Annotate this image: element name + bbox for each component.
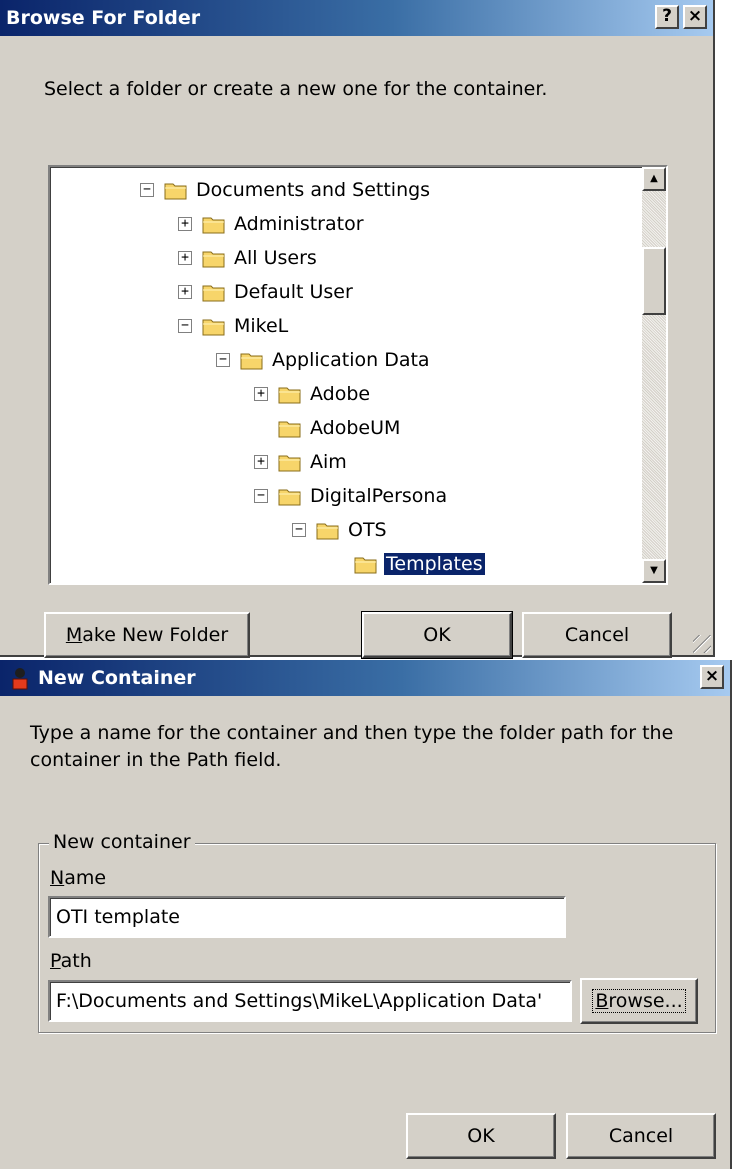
close-button[interactable]: × (683, 5, 707, 29)
tree-item-label: Documents and Settings (196, 179, 431, 201)
collapse-icon[interactable]: − (216, 353, 230, 367)
folder-icon (278, 453, 302, 472)
resize-grip[interactable] (693, 635, 711, 653)
tree-item[interactable]: − MikeL (178, 311, 290, 341)
tree-item[interactable]: − OTS (292, 515, 389, 545)
browse-ok-button[interactable]: OK (361, 611, 513, 659)
tree-scrollbar[interactable]: ▲ ▼ (642, 167, 666, 583)
new-container-close-button[interactable]: × (700, 665, 724, 689)
path-field-value: F:\Documents and Settings\MikeL\Applicat… (56, 990, 543, 1012)
tree-item[interactable]: − Documents and Settings (140, 175, 432, 205)
path-label-text: ath (60, 950, 92, 972)
new-container-titlebar[interactable]: New Container × (0, 660, 730, 696)
name-field-value: OTI template (56, 906, 180, 928)
folder-icon (354, 555, 378, 574)
scroll-up-button[interactable]: ▲ (642, 167, 666, 191)
group-label: New container (49, 831, 195, 853)
tree-item-label: Default User (234, 281, 353, 303)
browse-label: rowse... (608, 990, 683, 1012)
tree-item-label: Application Data (272, 349, 430, 371)
folder-icon (202, 283, 226, 302)
new-container-cancel-button[interactable]: Cancel (566, 1113, 716, 1159)
browse-for-folder-dialog: Browse For Folder ? × Select a folder or… (0, 0, 715, 659)
app-icon (8, 666, 32, 690)
tree-item[interactable]: − Application Data (216, 345, 432, 375)
expand-icon[interactable]: + (178, 217, 192, 231)
browse-dialog-title: Browse For Folder (6, 7, 201, 29)
tree-item[interactable]: AdobeUM (254, 413, 402, 443)
new-container-cancel-label: Cancel (608, 1125, 674, 1147)
folder-icon (240, 351, 264, 370)
tree-item-label: MikeL (234, 315, 289, 337)
path-label: Path (50, 950, 92, 972)
folder-tree[interactable]: − Documents and Settings + Administrator + Al… (48, 165, 668, 585)
expand-icon[interactable]: + (178, 251, 192, 265)
tree-item[interactable]: + Adobe (254, 379, 372, 409)
name-label-mnemonic: N (50, 867, 65, 889)
folder-icon (202, 317, 226, 336)
tree-item[interactable]: + Administrator (178, 209, 366, 239)
name-label: Name (50, 867, 106, 889)
browse-cancel-button[interactable]: Cancel (522, 612, 672, 658)
browse-dialog-titlebar[interactable]: Browse For Folder ? × (0, 0, 713, 36)
folder-icon (316, 521, 340, 540)
new-container-ok-button[interactable]: OK (406, 1113, 556, 1159)
scroll-thumb[interactable] (642, 247, 666, 315)
browse-ok-label: OK (423, 624, 451, 646)
browse-button[interactable]: Browse... (580, 978, 698, 1024)
tree-item-label: OTS (348, 519, 387, 541)
make-new-folder-label: ake New Folder (82, 624, 229, 646)
collapse-icon[interactable]: − (140, 183, 154, 197)
tree-item[interactable]: + All Users (178, 243, 319, 273)
path-field[interactable]: F:\Documents and Settings\MikeL\Applicat… (48, 980, 572, 1022)
browse-instruction: Select a folder or create a new one for … (44, 78, 548, 100)
new-container-ok-label: OK (467, 1125, 495, 1147)
tree-item[interactable]: − DigitalPersona (254, 481, 449, 511)
name-field[interactable]: OTI template (48, 896, 566, 938)
folder-icon (202, 249, 226, 268)
collapse-icon[interactable]: − (292, 523, 306, 537)
make-new-folder-mnemonic: M (65, 624, 83, 646)
tree-item[interactable]: + Aim (254, 447, 349, 477)
tree-item-label: AdobeUM (310, 417, 401, 439)
folder-icon (278, 419, 302, 438)
folder-icon (278, 385, 302, 404)
tree-item-label: All Users (234, 247, 317, 269)
folder-icon (278, 487, 302, 506)
tree-item-label: Templates (383, 552, 486, 576)
new-container-dialog: New Container × Type a name for the cont… (0, 660, 732, 1169)
folder-icon (202, 215, 226, 234)
expand-icon[interactable]: + (254, 387, 268, 401)
new-container-instruction: Type a name for the container and then t… (30, 722, 674, 771)
folder-icon (164, 181, 188, 200)
browse-cancel-label: Cancel (564, 624, 630, 646)
tree-item-label: Adobe (310, 383, 371, 405)
expand-icon[interactable]: + (178, 285, 192, 299)
tree-item-label: Administrator (234, 213, 364, 235)
path-label-mnemonic: P (50, 950, 61, 972)
tree-item[interactable]: + Default User (178, 277, 355, 307)
help-button[interactable]: ? (655, 5, 679, 29)
browse-mnemonic: B (595, 990, 609, 1012)
make-new-folder-button[interactable]: Make New Folder (44, 612, 250, 658)
collapse-icon[interactable]: − (178, 319, 192, 333)
collapse-icon[interactable]: − (254, 489, 268, 503)
tree-item-label: Aim (310, 451, 347, 473)
name-label-text: ame (64, 867, 107, 889)
new-container-title: New Container (38, 667, 196, 689)
scroll-down-button[interactable]: ▼ (642, 559, 666, 583)
expand-icon[interactable]: + (254, 455, 268, 469)
tree-item[interactable]: Templates (330, 549, 486, 579)
tree-item-label: DigitalPersona (310, 485, 448, 507)
